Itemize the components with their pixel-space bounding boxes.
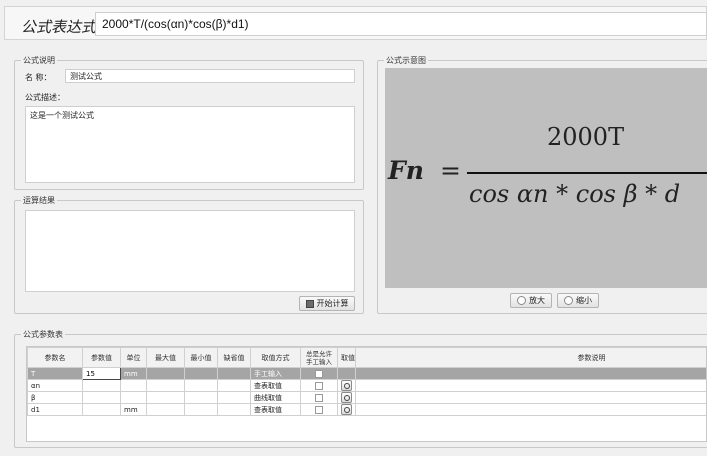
desc-value: 这是一个测试公式 bbox=[30, 111, 94, 120]
param-unit[interactable] bbox=[120, 379, 147, 392]
formula-diagram: Fn = 2000T cos αn * cos β * d bbox=[385, 68, 707, 288]
params-table-container: 参数名 参数值 单位 最大值 最小值 缺省值 取值方式 总是允许手工输入 取值 … bbox=[26, 346, 707, 442]
allow-manual-checkbox[interactable] bbox=[315, 393, 323, 402]
param-desc[interactable] bbox=[355, 367, 706, 380]
name-label: 名 称： bbox=[25, 73, 52, 82]
zoom-out-button[interactable]: 缩小 bbox=[557, 293, 599, 308]
table-row[interactable]: β 曲线取值 bbox=[27, 391, 706, 404]
col-header[interactable]: 缺省值 bbox=[217, 347, 251, 368]
param-name[interactable]: d1 bbox=[27, 403, 83, 416]
param-desc[interactable] bbox=[355, 379, 706, 392]
name-field[interactable]: 测试公式 bbox=[65, 69, 355, 83]
col-header[interactable]: 参数说明 bbox=[355, 347, 706, 368]
param-desc[interactable] bbox=[355, 403, 706, 416]
pick-value-icon[interactable] bbox=[341, 392, 352, 403]
allow-manual-cell bbox=[300, 391, 338, 404]
param-default[interactable] bbox=[217, 391, 251, 404]
allow-manual-checkbox[interactable] bbox=[315, 369, 323, 378]
desc-label: 公式描述： bbox=[25, 93, 65, 102]
param-min[interactable] bbox=[184, 403, 218, 416]
col-header[interactable]: 取值 bbox=[337, 347, 356, 368]
param-min[interactable] bbox=[184, 391, 218, 404]
formula-lhs: Fn bbox=[388, 156, 424, 185]
param-unit[interactable] bbox=[120, 391, 147, 404]
result-field[interactable] bbox=[25, 210, 355, 292]
pick-cell bbox=[337, 379, 356, 392]
formula-equals: = bbox=[440, 156, 461, 185]
pick-cell bbox=[337, 403, 356, 416]
param-value[interactable] bbox=[82, 379, 121, 392]
allow-manual-cell bbox=[300, 379, 338, 392]
name-value: 测试公式 bbox=[70, 72, 102, 81]
params-legend: 公式参数表 bbox=[21, 329, 65, 340]
formula-numerator: 2000T bbox=[547, 123, 625, 151]
fraction-bar bbox=[467, 172, 707, 174]
params-header-row: 参数名 参数值 单位 最大值 最小值 缺省值 取值方式 总是允许手工输入 取值 … bbox=[27, 347, 706, 368]
pick-cell bbox=[337, 391, 356, 404]
param-max[interactable] bbox=[146, 391, 185, 404]
param-max[interactable] bbox=[146, 367, 185, 380]
description-legend: 公式说明 bbox=[21, 55, 57, 66]
col-header[interactable]: 最大值 bbox=[146, 347, 185, 368]
params-table: 参数名 参数值 单位 最大值 最小值 缺省值 取值方式 总是允许手工输入 取值 … bbox=[27, 347, 706, 416]
table-row[interactable]: d1 mm 查表取值 bbox=[27, 403, 706, 416]
param-method[interactable]: 查表取值 bbox=[250, 379, 301, 392]
allow-manual-checkbox[interactable] bbox=[315, 381, 323, 390]
calculate-label: 开始计算 bbox=[316, 299, 349, 308]
calculator-icon bbox=[305, 299, 314, 308]
pick-value-icon[interactable] bbox=[341, 380, 352, 391]
param-default[interactable] bbox=[217, 379, 251, 392]
col-header[interactable]: 总是允许手工输入 bbox=[300, 347, 338, 368]
diagram-legend: 公式示意图 bbox=[384, 55, 428, 66]
expression-input[interactable]: 2000*T/(cos(αn)*cos(β)*d1) bbox=[95, 12, 707, 36]
pick-cell bbox=[337, 367, 356, 380]
col-header[interactable]: 取值方式 bbox=[250, 347, 301, 368]
result-legend: 运算结果 bbox=[21, 195, 57, 206]
param-value[interactable] bbox=[82, 403, 121, 416]
param-desc[interactable] bbox=[355, 391, 706, 404]
col-header[interactable]: 参数值 bbox=[82, 347, 121, 368]
calculate-button[interactable]: 开始计算 bbox=[299, 296, 355, 311]
param-value[interactable]: 15 bbox=[82, 367, 121, 380]
col-header[interactable]: 参数名 bbox=[27, 347, 83, 368]
param-method[interactable]: 曲线取值 bbox=[250, 391, 301, 404]
param-name[interactable]: αn bbox=[27, 379, 83, 392]
allow-manual-checkbox[interactable] bbox=[315, 405, 323, 414]
allow-manual-cell bbox=[300, 403, 338, 416]
zoom-in-label: 放大 bbox=[529, 296, 545, 305]
param-min[interactable] bbox=[184, 379, 218, 392]
table-row[interactable]: T 15 mm 手工输入 bbox=[27, 367, 706, 380]
description-group: 公式说明 名 称： 测试公式 公式描述： 这是一个测试公式 bbox=[14, 55, 364, 190]
formula-title: 公式表达式 bbox=[21, 18, 97, 36]
param-method[interactable]: 查表取值 bbox=[250, 403, 301, 416]
formula-denominator: cos αn * cos β * d bbox=[469, 180, 681, 208]
param-max[interactable] bbox=[146, 403, 185, 416]
col-header[interactable]: 最小值 bbox=[184, 347, 218, 368]
allow-manual-cell bbox=[300, 367, 338, 380]
formula-header: 公式表达式 2000*T/(cos(αn)*cos(β)*d1) bbox=[4, 6, 707, 40]
zoom-out-label: 缩小 bbox=[576, 296, 592, 305]
param-default[interactable] bbox=[217, 367, 251, 380]
pick-value-icon[interactable] bbox=[341, 404, 352, 415]
col-header[interactable]: 单位 bbox=[120, 347, 147, 368]
desc-field[interactable]: 这是一个测试公式 bbox=[25, 106, 355, 183]
param-name[interactable]: β bbox=[27, 391, 83, 404]
result-group: 运算结果 开始计算 bbox=[14, 195, 364, 314]
param-unit[interactable]: mm bbox=[120, 403, 147, 416]
param-max[interactable] bbox=[146, 379, 185, 392]
table-row[interactable]: αn 查表取值 bbox=[27, 379, 706, 392]
param-method[interactable]: 手工输入 bbox=[250, 367, 301, 380]
param-min[interactable] bbox=[184, 367, 218, 380]
param-unit[interactable]: mm bbox=[120, 367, 147, 380]
zoom-in-icon bbox=[517, 296, 526, 305]
zoom-out-icon bbox=[564, 296, 573, 305]
zoom-in-button[interactable]: 放大 bbox=[510, 293, 552, 308]
param-value[interactable] bbox=[82, 391, 121, 404]
param-default[interactable] bbox=[217, 403, 251, 416]
param-name[interactable]: T bbox=[27, 367, 83, 380]
